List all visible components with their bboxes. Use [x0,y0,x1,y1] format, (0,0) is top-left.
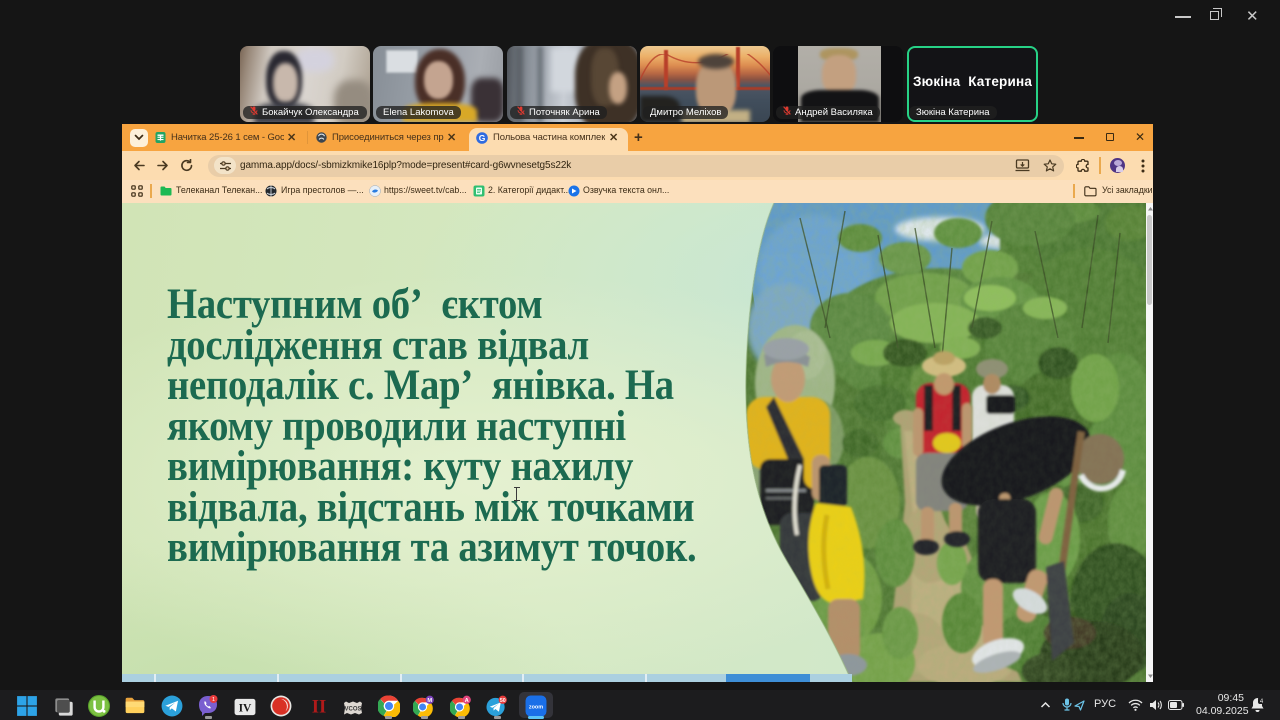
svg-text:zoom: zoom [529,704,543,710]
svg-text:A: A [465,698,469,704]
svg-text:M: M [427,698,432,704]
svg-text:50: 50 [500,698,506,704]
svg-text:1: 1 [212,697,215,703]
svg-text:VCOS: VCOS [344,707,361,713]
svg-text:G: G [479,133,486,143]
svg-text:II: II [312,697,327,717]
svg-text:IV: IV [239,702,252,715]
